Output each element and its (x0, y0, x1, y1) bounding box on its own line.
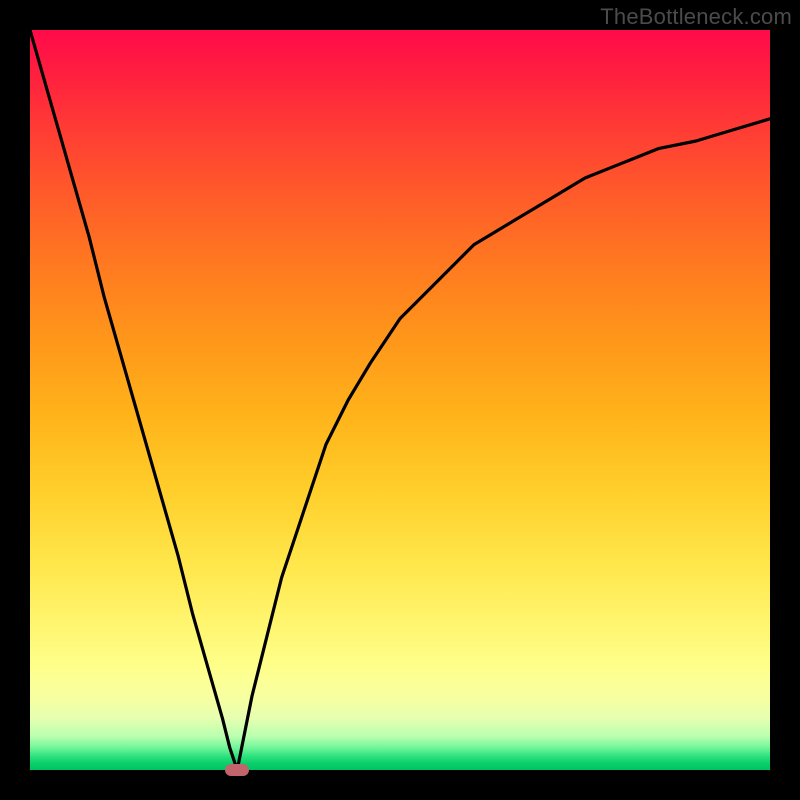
optimal-marker (225, 764, 249, 776)
chart-frame: TheBottleneck.com (0, 0, 800, 800)
curve-path (30, 30, 770, 770)
bottleneck-curve (30, 30, 770, 770)
watermark-text: TheBottleneck.com (600, 4, 792, 30)
plot-area (30, 30, 770, 770)
